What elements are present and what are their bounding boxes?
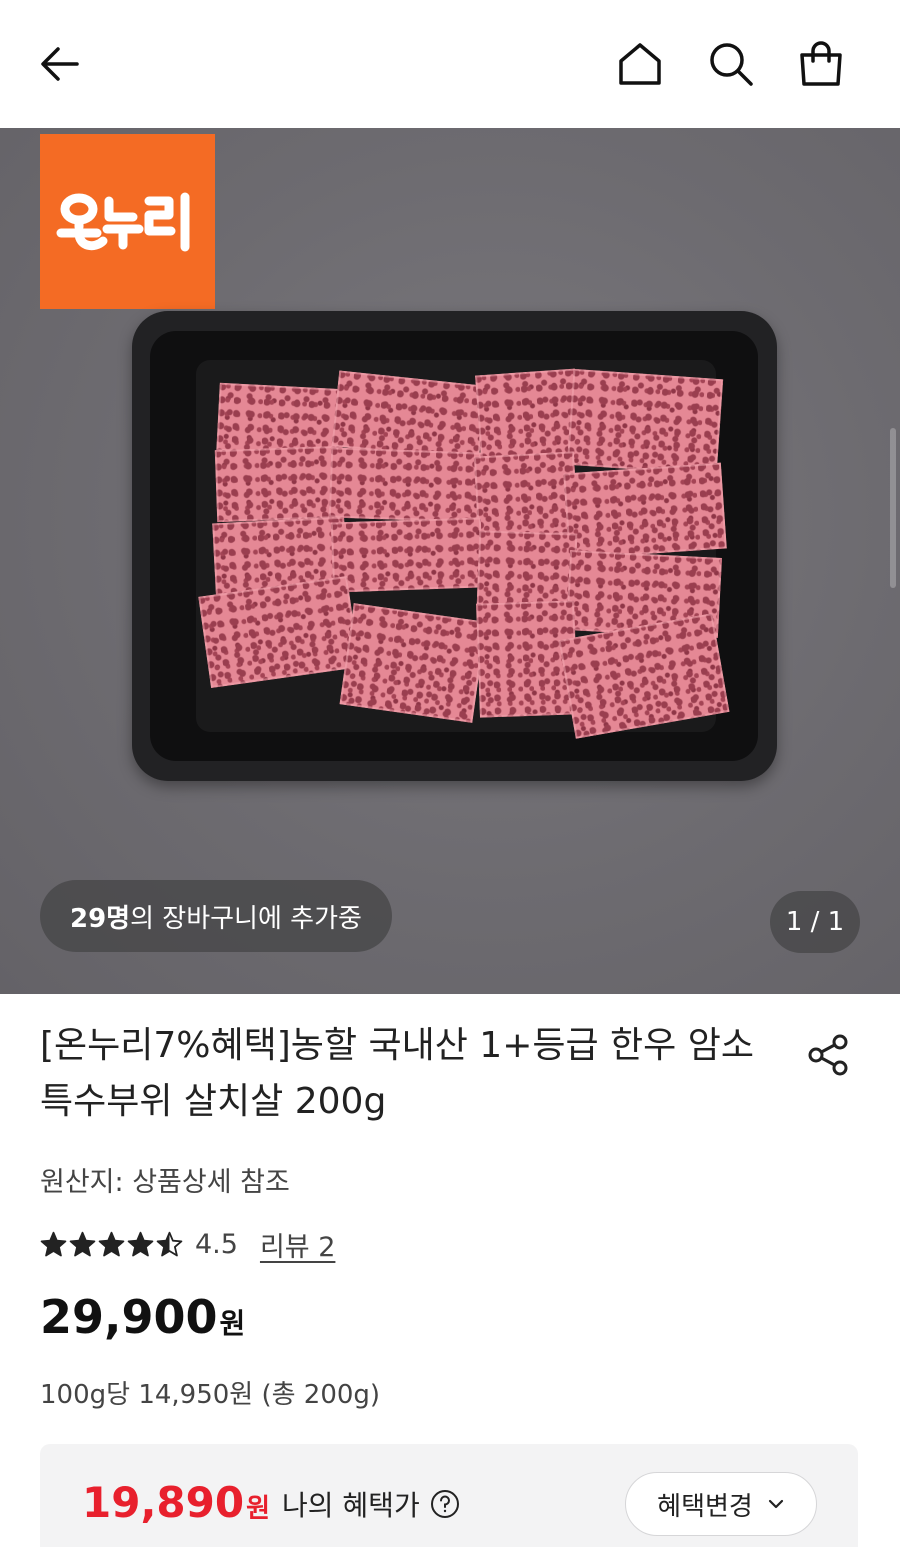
meat-slice — [339, 603, 487, 723]
price-unit: 원 — [219, 1307, 246, 1340]
meat-slice — [563, 462, 727, 560]
price-value: 29,900 — [40, 1290, 218, 1344]
rating-value: 4.5 — [195, 1228, 238, 1260]
origin-info: 원산지: 상품상세 참조 — [40, 1167, 290, 1198]
home-icon[interactable] — [612, 36, 668, 92]
star-icon — [40, 1231, 67, 1256]
benefit-price-box: 19,890 원 나의 혜택가 혜택변경 — [40, 1444, 858, 1547]
benefit-change-button[interactable]: 혜택변경 — [625, 1472, 817, 1536]
benefit-price-unit: 원 — [246, 1494, 270, 1524]
product-price: 29,900 원 — [40, 1290, 245, 1344]
onnuri-logo — [40, 134, 215, 309]
help-icon[interactable] — [430, 1489, 460, 1519]
benefit-label-group: 나의 혜택가 — [282, 1484, 460, 1524]
star-icon — [156, 1231, 183, 1256]
meat-slice — [475, 368, 581, 464]
cart-count-badge: 29명 의 장바구니에 추가중 — [40, 880, 392, 952]
rating-row: 4.5 리뷰 2 — [40, 1224, 335, 1264]
meat-slice — [473, 451, 579, 539]
cart-count: 29명 — [70, 903, 131, 934]
onnuri-logo-mark — [56, 192, 189, 251]
meat-slice — [566, 368, 724, 476]
benefit-price-value: 19,890 — [82, 1478, 245, 1527]
cart-count-text: 의 장바구니에 추가중 — [130, 903, 362, 934]
image-pager: 1 / 1 — [770, 891, 860, 953]
benefit-label: 나의 혜택가 — [282, 1489, 420, 1522]
top-nav-bar — [0, 0, 900, 128]
product-title: [온누리7%혜택]농할 국내산 1+등급 한우 암소 특수부위 살치살 200g — [40, 1025, 754, 1122]
share-icon[interactable] — [802, 1028, 856, 1082]
review-link[interactable]: 리뷰 2 — [260, 1225, 335, 1264]
unit-price: 100g당 14,950원 (총 200g) — [40, 1380, 381, 1410]
star-icon — [127, 1231, 154, 1256]
meat-slice — [328, 447, 482, 523]
benefit-price: 19,890 원 — [82, 1478, 270, 1527]
cart-bag-icon[interactable] — [793, 36, 849, 92]
chevron-down-icon — [768, 1499, 783, 1509]
back-arrow-icon[interactable] — [32, 36, 88, 92]
meat-slice — [214, 445, 344, 523]
star-rating — [40, 1231, 183, 1258]
meat-slice — [476, 530, 578, 610]
meat-slice — [330, 517, 484, 593]
benefit-change-label: 혜택변경 — [657, 1491, 753, 1522]
star-icon — [98, 1231, 125, 1256]
product-image-carousel[interactable]: 29명 의 장바구니에 추가중 1 / 1 — [0, 128, 900, 994]
scrollbar[interactable] — [890, 428, 896, 588]
star-icon — [69, 1231, 96, 1256]
search-icon[interactable] — [703, 36, 759, 92]
